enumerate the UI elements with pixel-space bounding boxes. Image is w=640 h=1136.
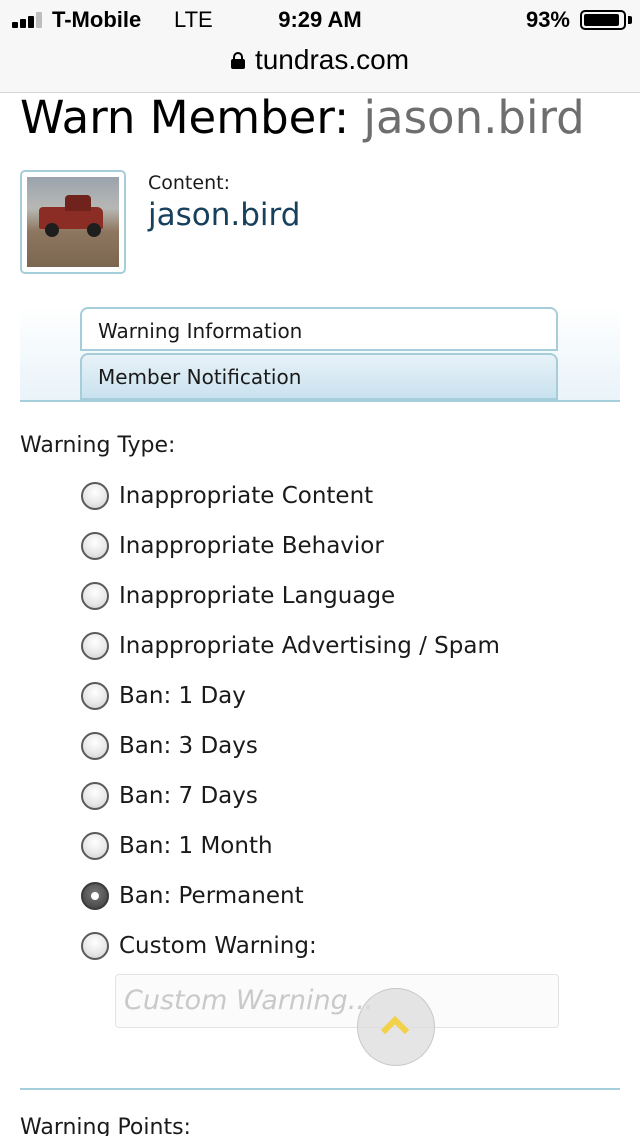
warning-option-label: Ban: 3 Days xyxy=(119,733,258,759)
radio-button[interactable] xyxy=(81,882,109,910)
warning-option-label: Ban: Permanent xyxy=(119,883,304,909)
chevron-up-icon xyxy=(380,1015,410,1045)
battery-percent: 93% xyxy=(525,7,570,32)
warning-option-label: Inappropriate Behavior xyxy=(119,533,384,559)
avatar-photo xyxy=(27,177,119,267)
page-title: Warn Member: jason.bird xyxy=(20,93,585,144)
radio-button[interactable] xyxy=(81,582,109,610)
radio-button[interactable] xyxy=(81,932,109,960)
page-content: Warn Member: jason.bird Content: jason.b… xyxy=(0,93,640,1136)
content-link[interactable]: jason.bird xyxy=(148,197,300,233)
warning-option-label: Inappropriate Advertising / Spam xyxy=(119,633,500,659)
radio-button[interactable] xyxy=(81,532,109,560)
radio-button[interactable] xyxy=(81,632,109,660)
url-domain: tundras.com xyxy=(254,44,410,75)
warning-option[interactable]: Inappropriate Language xyxy=(81,578,395,614)
warning-option[interactable]: Ban: Permanent xyxy=(81,878,304,914)
scroll-to-top-button[interactable] xyxy=(357,988,435,1066)
url-bar[interactable]: tundras.com xyxy=(0,40,640,93)
section-divider xyxy=(20,1088,620,1090)
tab-member-notification[interactable]: Member Notification xyxy=(80,353,558,400)
warning-option[interactable]: Ban: 7 Days xyxy=(81,778,258,814)
warning-option[interactable]: Ban: 1 Month xyxy=(81,828,273,864)
warning-option-label: Ban: 1 Month xyxy=(119,833,273,859)
warning-option-label: Inappropriate Language xyxy=(119,583,396,609)
tab-strip: Warning Information Member Notification xyxy=(20,306,620,402)
warning-option[interactable]: Custom Warning: xyxy=(81,928,317,964)
warning-points-label: Warning Points: xyxy=(20,1115,191,1136)
warning-option-label: Ban: 1 Day xyxy=(119,683,246,709)
radio-button[interactable] xyxy=(81,732,109,760)
warning-option[interactable]: Inappropriate Behavior xyxy=(81,528,384,564)
warning-option-label: Inappropriate Content xyxy=(119,483,374,509)
warning-option[interactable]: Ban: 1 Day xyxy=(81,678,246,714)
radio-button[interactable] xyxy=(81,832,109,860)
custom-warning-input[interactable]: Custom Warning... xyxy=(115,974,559,1028)
page-title-prefix: Warn Member: xyxy=(20,93,350,144)
battery-cap xyxy=(628,16,632,24)
tab-warning-information[interactable]: Warning Information xyxy=(80,307,558,351)
battery-icon xyxy=(580,10,626,30)
status-bar: T-Mobile LTE 9:29 AM 93% xyxy=(0,0,640,40)
warning-type-label: Warning Type: xyxy=(20,433,176,458)
warning-option-label: Ban: 7 Days xyxy=(119,783,258,809)
content-label: Content: xyxy=(148,172,230,194)
radio-button[interactable] xyxy=(81,782,109,810)
radio-button[interactable] xyxy=(81,682,109,710)
warning-option[interactable]: Inappropriate Advertising / Spam xyxy=(81,628,500,664)
lock-icon xyxy=(230,51,245,69)
avatar[interactable] xyxy=(20,170,126,274)
warning-option[interactable]: Ban: 3 Days xyxy=(81,728,258,764)
warning-option[interactable]: Inappropriate Content xyxy=(81,478,373,514)
warning-option-label: Custom Warning: xyxy=(119,933,317,959)
radio-button[interactable] xyxy=(81,482,109,510)
page-title-username: jason.bird xyxy=(363,93,585,144)
